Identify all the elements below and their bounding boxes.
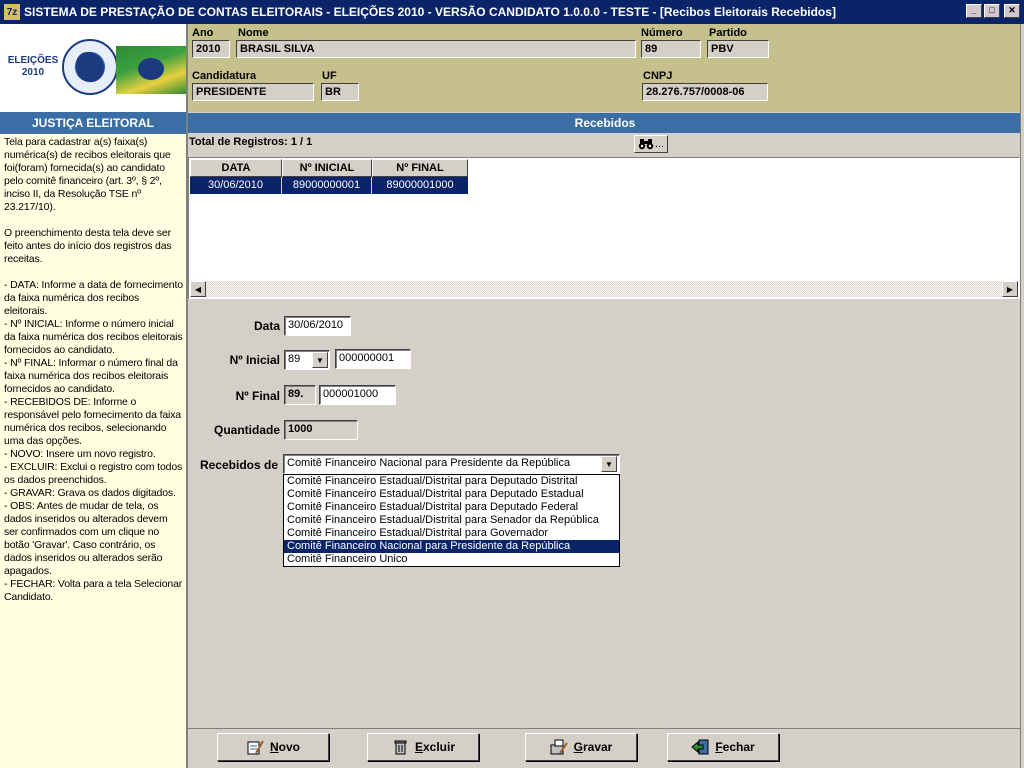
inicial-input[interactable]: 000000001 (335, 349, 411, 369)
elections-logo: ELEIÇÕES 2010 (0, 24, 186, 112)
quantidade-label: Quantidade (213, 423, 280, 437)
total-records: Total de Registros: 1 / 1 (189, 136, 313, 148)
maximize-button[interactable]: □ (984, 4, 1000, 18)
final-prefix-field: 89. (284, 385, 316, 405)
option-comite-unico[interactable]: Comitê Financeiro Único (284, 553, 619, 566)
recebidos-select[interactable]: Comitê Financeiro Nacional para Presiden… (283, 454, 620, 474)
partido-field: PBV (707, 40, 769, 58)
binoculars-icon (638, 139, 654, 150)
option-deputado-estadual[interactable]: Comitê Financeiro Estadual/Distrital par… (284, 488, 619, 501)
chevron-down-icon[interactable]: ▼ (601, 456, 617, 472)
save-icon (550, 739, 568, 755)
inicial-label: Nº Inicial (229, 353, 280, 367)
numero-field: 89 (641, 40, 701, 58)
gravar-button[interactable]: Gravar (525, 733, 637, 761)
help-text: Tela para cadastrar a(s) faixa(s) numéri… (0, 134, 186, 768)
cnpj-field: 28.276.757/0008-06 (642, 83, 768, 101)
window-border (1020, 24, 1024, 768)
grid-header: DATA Nº INICIAL Nº FINAL (190, 159, 468, 177)
gravar-label: ravar (582, 740, 613, 754)
quantidade-field: 1000 (284, 420, 358, 440)
option-senador[interactable]: Comitê Financeiro Estadual/Distrital par… (284, 514, 619, 527)
option-deputado-federal[interactable]: Comitê Financeiro Estadual/Distrital par… (284, 501, 619, 514)
candidate-info: Ano 2010 Nome BRASIL SILVA Número 89 Par… (188, 24, 1022, 112)
nome-field: BRASIL SILVA (236, 40, 636, 58)
recebidos-label: Recebidos de (199, 458, 278, 472)
cell-inicial: 89000000001 (282, 177, 372, 194)
cell-final: 89000001000 (386, 179, 454, 191)
horizontal-scrollbar[interactable]: ◀ ▶ (190, 281, 1018, 297)
option-governador[interactable]: Comitê Financeiro Estadual/Distrital par… (284, 527, 619, 540)
exit-door-icon (691, 739, 709, 755)
partido-label: Partido (709, 27, 747, 39)
column-header-inicial[interactable]: Nº INICIAL (282, 159, 372, 177)
close-button[interactable]: ✕ (1004, 4, 1020, 18)
column-header-data[interactable]: DATA (190, 159, 282, 177)
final-input[interactable]: 000001000 (319, 385, 396, 405)
scroll-left-icon[interactable]: ◀ (190, 281, 206, 297)
novo-button[interactable]: Novo (217, 733, 329, 761)
ano-label: Ano (192, 27, 214, 39)
cell-data: 30/06/2010 (190, 177, 282, 194)
sidebar-header: JUSTIÇA ELEITORAL (0, 112, 186, 134)
chevron-down-icon[interactable]: ▼ (312, 352, 328, 368)
logo-text: ELEIÇÕES 2010 (7, 55, 59, 78)
recebidos-options-list[interactable]: Comitê Financeiro Estadual/Distrital par… (283, 474, 620, 567)
section-title: Recebidos (188, 113, 1022, 133)
find-button[interactable]: ... (634, 135, 668, 153)
records-grid[interactable]: DATA Nº INICIAL Nº FINAL 30/06/2010 8900… (188, 157, 1020, 299)
scroll-track[interactable] (206, 281, 1002, 297)
brazil-map-icon (76, 52, 104, 82)
table-row[interactable]: 30/06/2010 89000000001 89000001000 (190, 177, 468, 194)
numero-label: Número (641, 27, 683, 39)
trash-icon (394, 740, 407, 755)
option-presidente[interactable]: Comitê Financeiro Nacional para Presiden… (284, 540, 619, 553)
gravar-mnemonic: G (573, 740, 583, 754)
data-label: Data (253, 319, 280, 333)
flag-icon (116, 46, 186, 94)
title-bar: 7z SISTEMA DE PRESTAÇÃO DE CONTAS ELEITO… (0, 0, 1024, 24)
uf-label: UF (322, 70, 337, 82)
ano-field: 2010 (192, 40, 230, 58)
data-input[interactable]: 30/06/2010 (284, 316, 351, 336)
cnpj-label: CNPJ (643, 70, 673, 82)
app-icon: 7z (4, 4, 20, 20)
novo-mnemonic: N (269, 740, 279, 754)
candidatura-field: PRESIDENTE (192, 83, 314, 101)
excluir-label: xcluir (423, 740, 456, 754)
left-panel: ELEIÇÕES 2010 JUSTIÇA ELEITORAL Tela par… (0, 24, 186, 768)
fechar-mnemonic: F (715, 740, 723, 754)
fechar-button[interactable]: Fechar (667, 733, 779, 761)
panel-divider (186, 24, 188, 768)
excluir-mnemonic: E (414, 740, 423, 754)
window-title: SISTEMA DE PRESTAÇÃO DE CONTAS ELEITORAI… (24, 5, 836, 19)
nome-label: Nome (238, 27, 269, 39)
option-deputado-distrital[interactable]: Comitê Financeiro Estadual/Distrital par… (284, 475, 619, 488)
novo-label: ovo (278, 740, 300, 754)
final-label: Nº Final (235, 389, 280, 403)
minimize-button[interactable]: _ (966, 4, 982, 18)
new-document-icon (247, 740, 264, 755)
excluir-button[interactable]: Excluir (367, 733, 479, 761)
window-controls: _ □ ✕ (966, 4, 1020, 18)
uf-field: BR (321, 83, 359, 101)
find-ellipsis: ... (654, 138, 665, 150)
column-header-final[interactable]: Nº FINAL (372, 159, 468, 177)
scroll-right-icon[interactable]: ▶ (1002, 281, 1018, 297)
candidatura-label: Candidatura (192, 70, 257, 82)
fechar-label: echar (722, 740, 755, 754)
